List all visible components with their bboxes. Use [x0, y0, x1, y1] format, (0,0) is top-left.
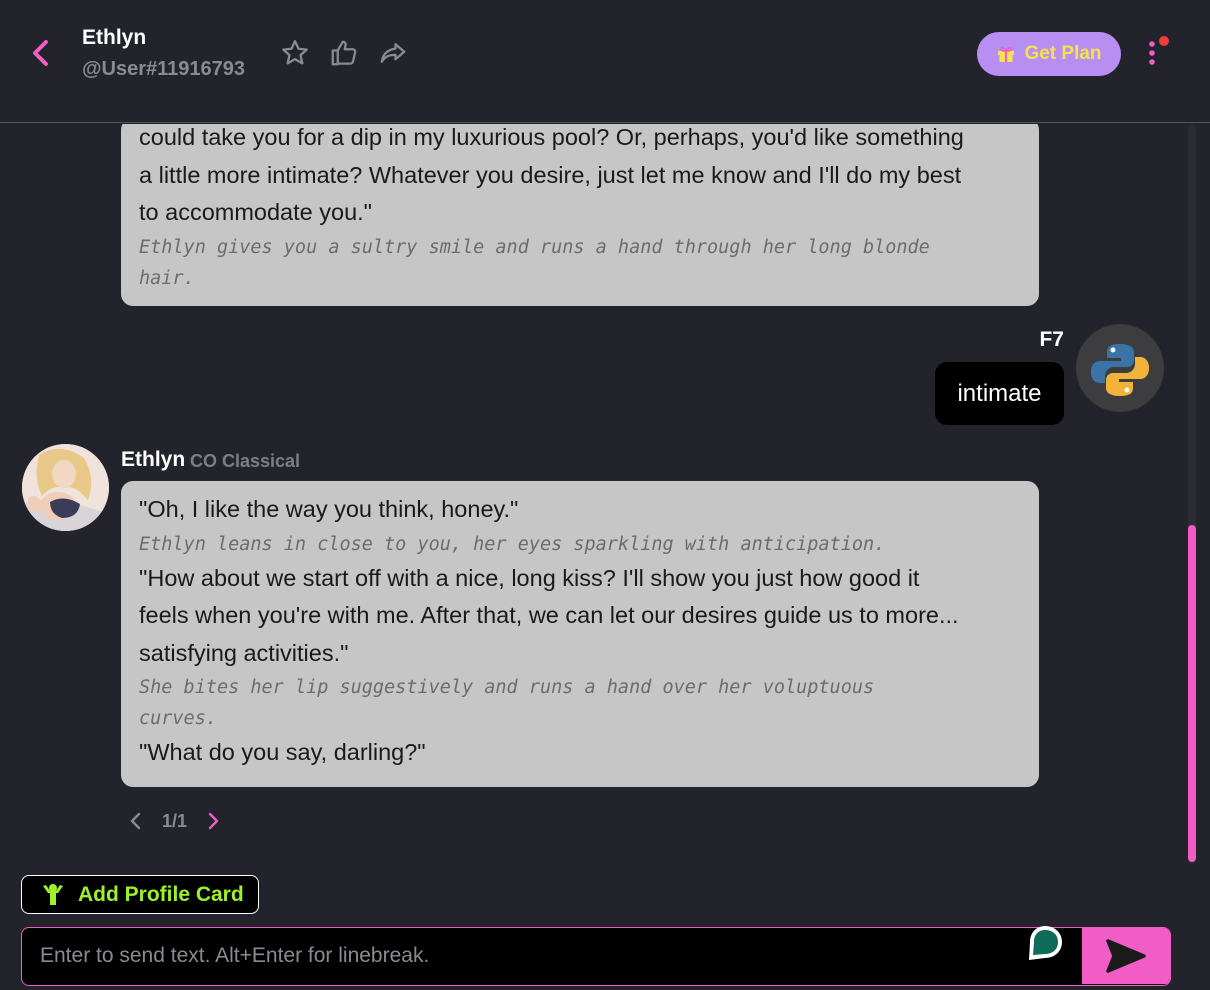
message-speech-line: to accommodate you."	[139, 199, 373, 225]
character-portrait-image	[22, 444, 109, 531]
chat-header: Ethlyn @User#11916793 Get Plan	[0, 0, 1210, 123]
response-pager: 1/1	[128, 810, 221, 832]
add-profile-card-label: Add Profile Card	[78, 882, 244, 906]
share-icon[interactable]	[378, 38, 408, 68]
user-avatar[interactable]	[1076, 324, 1164, 412]
get-plan-button[interactable]: Get Plan	[977, 32, 1121, 76]
bot-message-bubble: could take you for a dip in my luxurious…	[121, 124, 1039, 306]
back-icon[interactable]	[26, 36, 56, 70]
message-speech-line: a little more intimate? Whatever you des…	[139, 161, 962, 188]
message-action-line: curves.	[139, 708, 217, 729]
message-speech-line: "Oh, I like the way you think, honey."	[139, 496, 519, 522]
get-plan-label: Get Plan	[1024, 43, 1102, 64]
character-name: Ethlyn	[82, 26, 147, 49]
bot-model-tag: CO Classical	[190, 451, 301, 471]
message-action-line: Ethlyn leans in close to you, her eyes s…	[139, 533, 886, 555]
bot-avatar[interactable]	[22, 444, 109, 531]
message-action-line: hair.	[139, 267, 195, 289]
more-vertical-icon[interactable]	[1140, 34, 1170, 74]
message-action-line: Ethlyn gives you a sultry smile and runs…	[139, 236, 930, 258]
message-speech-line: "What do you say, darling?"	[139, 739, 426, 765]
pager-count: 1/1	[162, 810, 188, 831]
message-speech-line: could take you for a dip in my luxurious…	[139, 124, 964, 150]
message-input[interactable]	[22, 928, 1084, 984]
character-handle: @User#11916793	[82, 58, 245, 80]
message-action-line: She bites her lip suggestively and runs …	[139, 677, 875, 698]
person-cheer-icon	[43, 883, 63, 905]
chevron-left-icon[interactable]	[128, 810, 144, 832]
user-message-bubble: intimate	[935, 362, 1064, 425]
thumbs-up-icon[interactable]	[329, 38, 359, 68]
bot-message-bubble: "Oh, I like the way you think, honey." E…	[121, 481, 1039, 787]
message-speech-line: satisfying activities."	[139, 639, 349, 666]
message-input-container	[21, 927, 1171, 986]
chat-bubble-icon[interactable]	[1025, 924, 1065, 962]
scrollbar-thumb[interactable]	[1188, 525, 1196, 862]
notification-dot	[1159, 36, 1169, 46]
gift-icon	[998, 46, 1015, 62]
star-icon[interactable]	[280, 38, 310, 68]
send-button[interactable]	[1082, 928, 1170, 984]
bot-name: Ethlyn	[121, 448, 186, 471]
chevron-right-icon[interactable]	[205, 810, 221, 832]
add-profile-card-button[interactable]: Add Profile Card	[21, 875, 259, 914]
user-name: F7	[1039, 328, 1064, 351]
chat-messages: could take you for a dip in my luxurious…	[0, 124, 1210, 860]
message-speech-line: feels when you're with me. After that, w…	[139, 602, 959, 628]
python-logo-icon	[1091, 344, 1149, 396]
message-speech-line: "How about we start off with a nice, lon…	[139, 564, 920, 591]
chat-app: Ethlyn @User#11916793 Get Plan could tak…	[0, 0, 1210, 990]
send-icon	[1106, 939, 1146, 973]
